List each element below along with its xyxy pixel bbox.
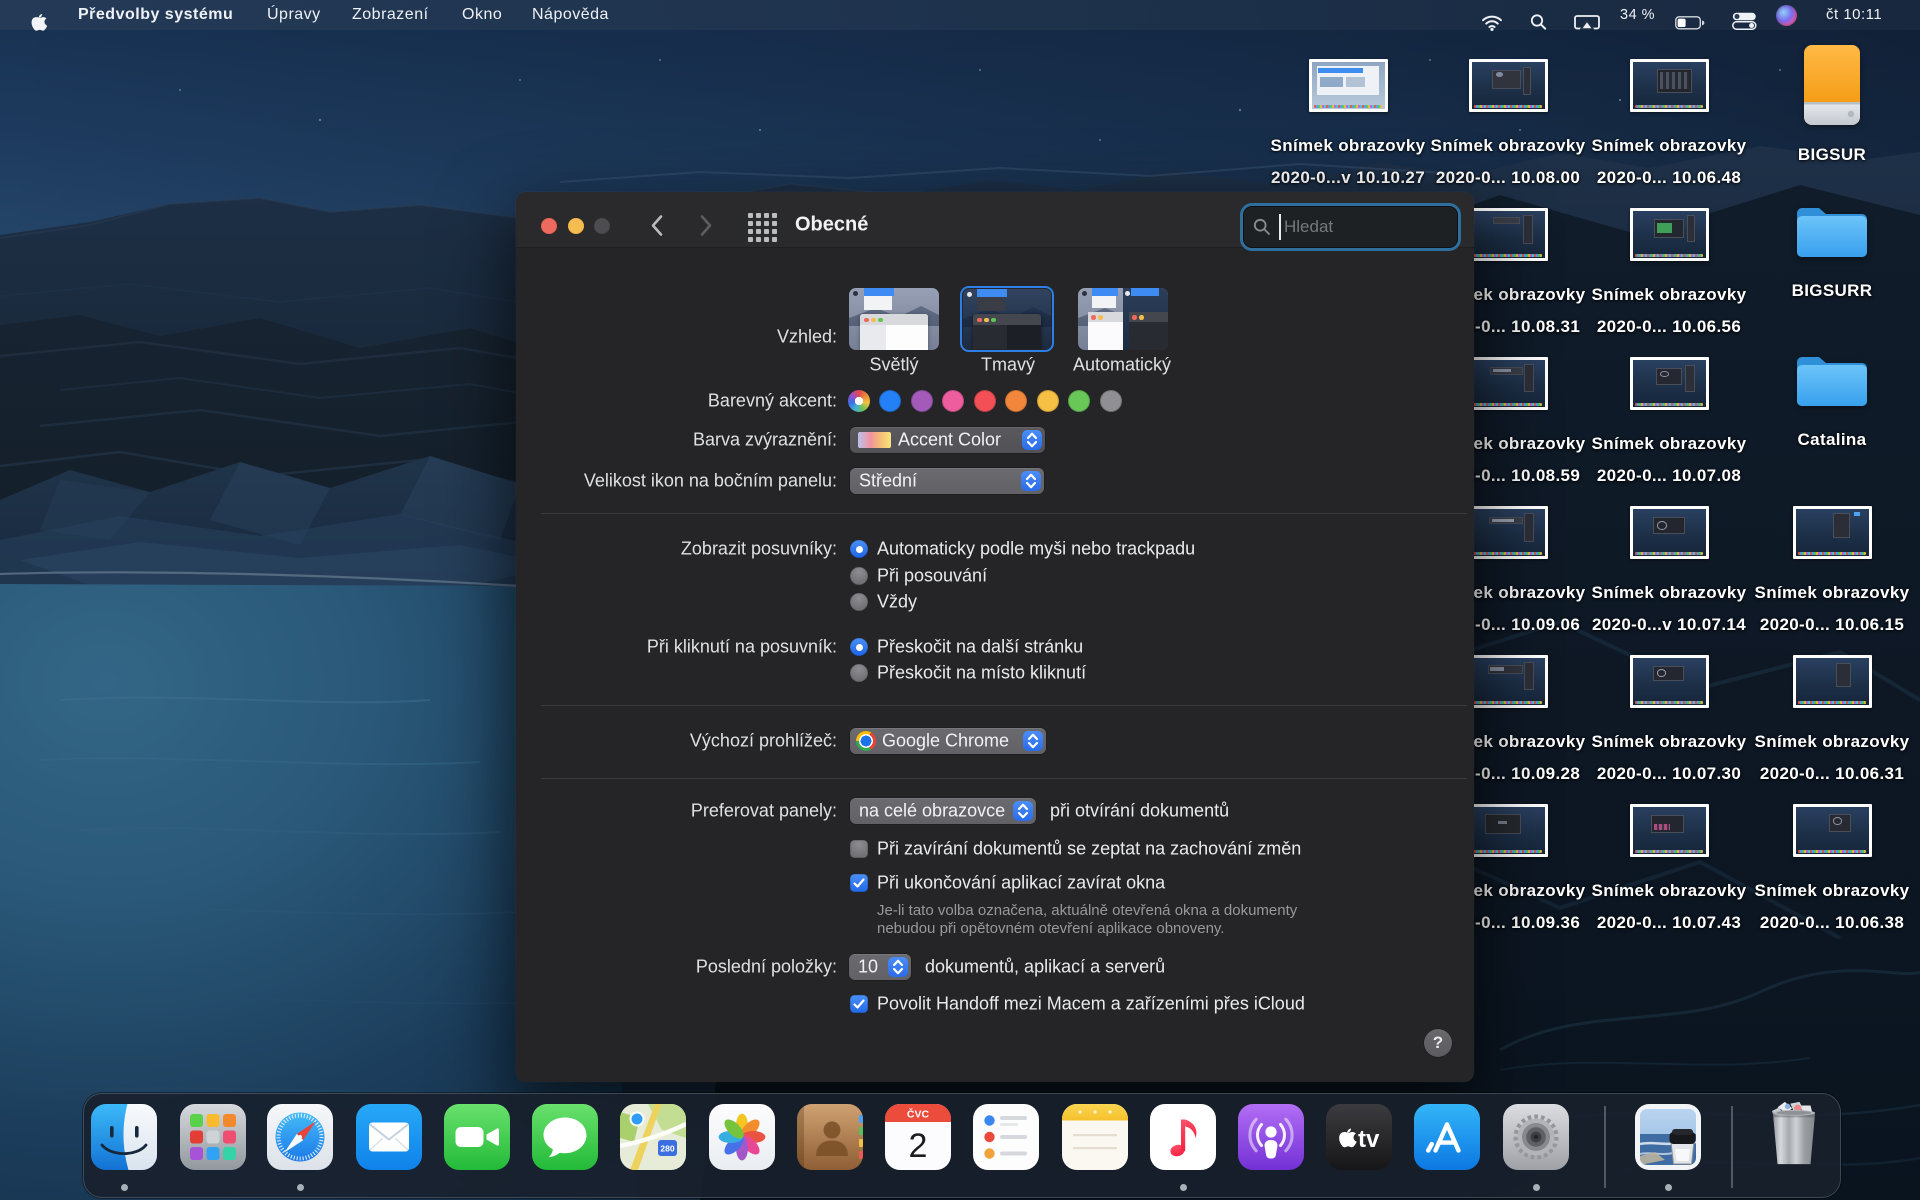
svg-text:2: 2: [909, 1127, 928, 1165]
svg-text:280: 280: [660, 1144, 674, 1154]
svg-text:tv: tv: [1358, 1126, 1380, 1153]
svg-text:ČVC: ČVC: [907, 1108, 930, 1121]
